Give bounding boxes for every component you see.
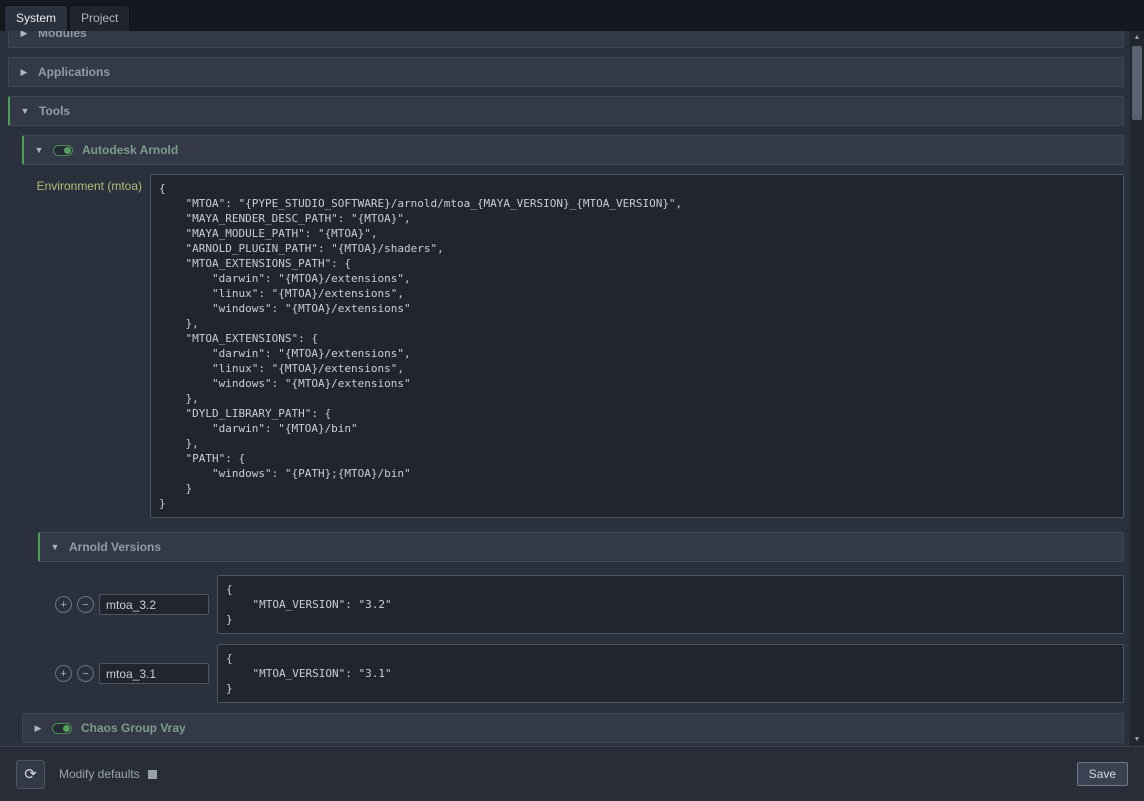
vertical-scrollbar[interactable]: ▲ ▼ [1130,31,1144,746]
version-json-editor[interactable]: { "MTOA_VERSION": "3.1" } [217,644,1124,703]
tab-project-label: Project [81,11,118,25]
chevron-right-icon: ▶ [19,31,29,39]
environment-label: Environment (mtoa) [22,174,150,518]
environment-row: Environment (mtoa) { "MTOA": "{PYPE_STUD… [22,174,1124,518]
version-name-input[interactable] [99,663,209,684]
section-label-chaos-group-vray: Chaos Group Vray [81,721,186,735]
version-json-editor[interactable]: { "MTOA_VERSION": "3.2" } [217,575,1124,634]
chevron-down-icon: ▼ [50,542,60,552]
scrollbar-track[interactable] [1130,44,1144,733]
environment-json-editor[interactable]: { "MTOA": "{PYPE_STUDIO_SOFTWARE}/arnold… [150,174,1124,518]
tools-section-body: ▼ Autodesk Arnold Environment (mtoa) { "… [22,135,1124,743]
chevron-down-icon: ▼ [34,145,44,155]
scroll-down-icon[interactable]: ▼ [1134,733,1141,746]
chevron-right-icon: ▶ [19,67,29,78]
settings-window: System Project ▶ Modules ▶ Applications … [0,0,1144,801]
modify-defaults-label: Modify defaults [59,767,140,781]
section-label-autodesk-arnold: Autodesk Arnold [82,143,178,157]
add-version-button[interactable]: + [55,596,72,613]
section-label-applications: Applications [38,65,110,79]
refresh-button[interactable]: ⟳ [16,760,45,789]
refresh-icon: ⟳ [24,766,37,783]
section-header-tools[interactable]: ▼ Tools [8,96,1124,126]
scroll-up-icon[interactable]: ▲ [1134,31,1141,44]
section-label-arnold-versions: Arnold Versions [69,540,161,554]
settings-content: ▶ Modules ▶ Applications ▼ Tools ▼ Autod… [0,31,1130,746]
version-json-text: { "MTOA_VERSION": "3.1" } [226,651,1115,696]
section-header-autodesk-arnold[interactable]: ▼ Autodesk Arnold [22,135,1124,165]
chevron-right-icon: ▶ [33,723,43,734]
tab-bar: System Project [0,0,1144,31]
tab-system[interactable]: System [4,5,68,31]
save-button[interactable]: Save [1077,762,1128,786]
environment-json-text: { "MTOA": "{PYPE_STUDIO_SOFTWARE}/arnold… [159,181,1115,511]
arnold-version-row: + − { "MTOA_VERSION": "3.2" } [55,575,1124,634]
modify-defaults-checkbox[interactable] [148,770,157,779]
settings-scroll-area: ▶ Modules ▶ Applications ▼ Tools ▼ Autod… [0,31,1144,746]
footer-bar: ⟳ Modify defaults Save [0,746,1144,801]
tab-project[interactable]: Project [69,5,130,31]
vray-enabled-toggle-icon[interactable] [52,723,72,734]
section-label-tools: Tools [39,104,70,118]
tab-system-label: System [16,11,56,25]
version-json-text: { "MTOA_VERSION": "3.2" } [226,582,1115,627]
chevron-down-icon: ▼ [20,106,30,116]
remove-version-button[interactable]: − [77,596,94,613]
section-label-modules: Modules [38,31,87,40]
version-name-input[interactable] [99,594,209,615]
remove-version-button[interactable]: − [77,665,94,682]
arnold-version-row: + − { "MTOA_VERSION": "3.1" } [55,644,1124,703]
add-version-button[interactable]: + [55,665,72,682]
section-header-modules[interactable]: ▶ Modules [8,31,1124,48]
section-header-arnold-versions[interactable]: ▼ Arnold Versions [38,532,1124,562]
section-header-chaos-group-vray[interactable]: ▶ Chaos Group Vray [22,713,1124,743]
section-header-applications[interactable]: ▶ Applications [8,57,1124,87]
scrollbar-thumb[interactable] [1132,46,1142,120]
arnold-enabled-toggle-icon[interactable] [53,145,73,156]
